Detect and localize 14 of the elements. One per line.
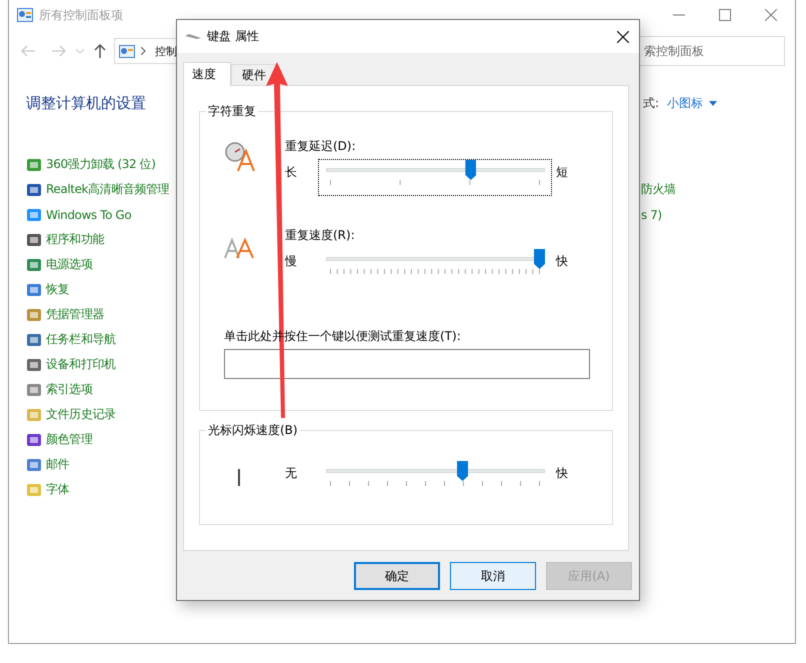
- slider-min-label: 无: [285, 466, 298, 480]
- slider-max-label: 短: [556, 165, 568, 179]
- group-title: 光标闪烁速度(B): [206, 423, 300, 437]
- slider-max-label: 快: [556, 254, 568, 268]
- window-title: 所有控制面板项: [39, 6, 123, 24]
- slider-min-label: 慢: [285, 254, 298, 268]
- slider-label: 重复速度(R):: [285, 228, 356, 242]
- view-label: 式:: [642, 94, 659, 112]
- slider-max-label: 快: [556, 466, 568, 480]
- page-heading: 调整计算机的设置: [26, 94, 146, 112]
- group-title: 字符重复: [206, 104, 258, 118]
- slider-min-label: 长: [285, 165, 298, 179]
- dialog-title: 键盘 属性: [207, 28, 259, 45]
- slider-label: 重复延迟(D):: [285, 139, 357, 153]
